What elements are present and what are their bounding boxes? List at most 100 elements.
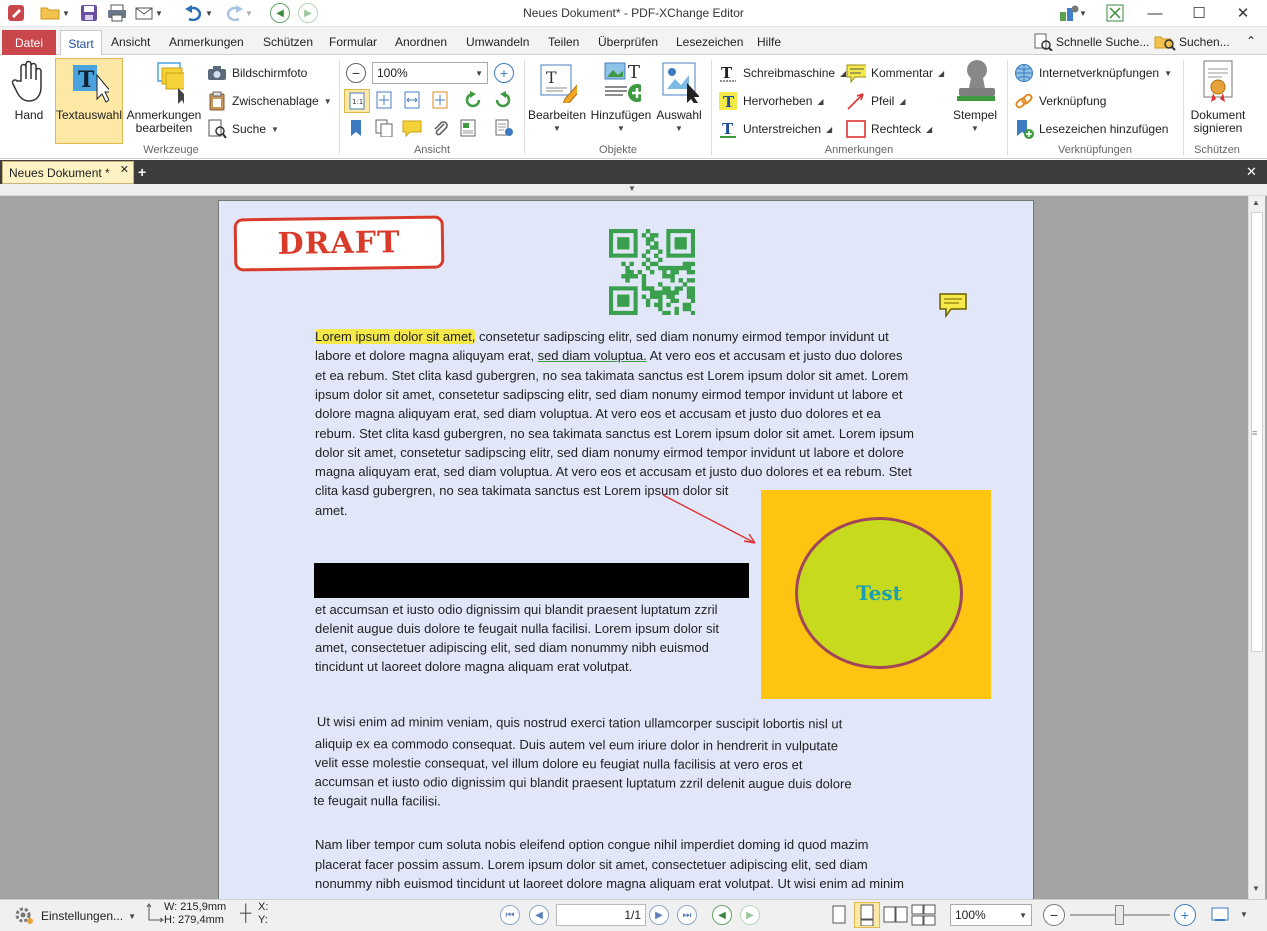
- tab-start[interactable]: Start: [60, 30, 102, 56]
- prev-page-button[interactable]: ◀: [529, 905, 549, 925]
- page-number-field[interactable]: 1/1: [556, 904, 646, 926]
- search-button[interactable]: Suchen...: [1154, 33, 1230, 51]
- maximize-button[interactable]: ☐: [1176, 0, 1222, 26]
- highlight-button[interactable]: T Hervorheben ◢: [718, 92, 824, 111]
- properties-pane-button[interactable]: [494, 119, 514, 137]
- toolbar-expander[interactable]: ▼: [0, 184, 1267, 196]
- arrow-annotation[interactable]: [659, 491, 759, 551]
- draft-stamp[interactable]: DRAFT: [233, 215, 445, 272]
- facing-view-button[interactable]: [883, 904, 909, 926]
- tab-formular[interactable]: Formular: [329, 35, 377, 49]
- tab-lesezeichen[interactable]: Lesezeichen: [676, 35, 743, 49]
- add-bookmark-icon: [1014, 120, 1034, 139]
- next-page-button[interactable]: ▶: [649, 905, 669, 925]
- zoom-slider-handle[interactable]: [1115, 905, 1124, 925]
- fit-page-button[interactable]: [374, 91, 394, 109]
- zoom-select[interactable]: 100% ▼: [372, 62, 488, 84]
- fit-visible-button[interactable]: [430, 91, 450, 109]
- last-page-button[interactable]: ⏭: [677, 905, 697, 925]
- tab-anordnen[interactable]: Anordnen: [395, 35, 447, 49]
- bookmarks-pane-button[interactable]: [346, 119, 366, 137]
- new-tab-icon[interactable]: +: [138, 164, 146, 180]
- status-zoom-in-button[interactable]: +: [1174, 904, 1196, 926]
- redaction-box[interactable]: [314, 563, 749, 598]
- tab-ueberpruefen[interactable]: Überprüfen: [598, 35, 658, 49]
- arrow-icon: [846, 92, 866, 110]
- actual-size-button[interactable]: 1:1: [344, 89, 370, 113]
- status-zoom-out-button[interactable]: −: [1043, 904, 1065, 926]
- search-tool-button[interactable]: Suche ▼: [207, 119, 279, 139]
- file-menu[interactable]: Datei: [2, 30, 56, 55]
- clipboard-button[interactable]: Zwischenablage ▼: [207, 91, 332, 111]
- rotate-left-button[interactable]: [464, 91, 484, 109]
- edit-objects-button[interactable]: T Bearbeiten ▼: [528, 59, 586, 135]
- vertical-scrollbar[interactable]: ▲ ≡ ▼: [1248, 196, 1265, 899]
- text-select-tool-button[interactable]: T Textauswahl: [55, 58, 123, 144]
- rectangle-annotation[interactable]: Test: [761, 490, 991, 699]
- hand-tool-button[interactable]: Hand: [6, 59, 52, 122]
- sign-document-button[interactable]: Dokument signieren: [1186, 59, 1250, 135]
- zoom-in-button[interactable]: +: [494, 63, 514, 83]
- close-tab-icon[interactable]: ✕: [120, 163, 129, 176]
- page-width: W: 215,9mm: [164, 901, 227, 913]
- text-line: magna aliquyam erat, sed diam voluptua. …: [315, 464, 912, 479]
- typewriter-button[interactable]: T Schreibmaschine ◢: [718, 64, 846, 82]
- scroll-down-icon[interactable]: ▼: [1252, 884, 1260, 893]
- document-tab-label: Neues Dokument *: [9, 166, 110, 180]
- quick-search-button[interactable]: Schnelle Suche...: [1033, 33, 1149, 51]
- layers-pane-button[interactable]: [458, 119, 478, 137]
- page-height: H: 279,4mm: [164, 914, 224, 926]
- add-bookmark-button[interactable]: Lesezeichen hinzufügen: [1014, 120, 1168, 139]
- arrow-button[interactable]: Pfeil ◢: [846, 92, 906, 110]
- single-page-view-button[interactable]: [830, 904, 848, 926]
- tab-schuetzen[interactable]: Schützen: [263, 35, 313, 49]
- facing-continuous-view-button[interactable]: [911, 904, 937, 926]
- rotate-right-button[interactable]: [492, 91, 512, 109]
- highlight-annotation[interactable]: Lorem ipsum dolor sit amet,: [315, 329, 476, 344]
- highlight-icon: T: [718, 92, 738, 111]
- screenshot-button[interactable]: Bildschirmfoto: [207, 64, 307, 82]
- search-folder-icon: [1154, 36, 1176, 51]
- continuous-view-button[interactable]: [854, 902, 880, 928]
- underline-button[interactable]: T Unterstreichen ◢: [718, 120, 832, 138]
- zoom-out-button[interactable]: −: [346, 63, 366, 83]
- pages-pane-button[interactable]: [374, 119, 394, 137]
- history-back-button[interactable]: ◀: [712, 905, 732, 925]
- underline-annotation[interactable]: sed diam voluptua.: [538, 348, 647, 363]
- ellipse-annotation[interactable]: Test: [795, 517, 963, 669]
- tab-teilen[interactable]: Teilen: [548, 35, 579, 49]
- history-forward-button[interactable]: ▶: [740, 905, 760, 925]
- close-window-button[interactable]: ✕: [1220, 0, 1266, 26]
- link-button[interactable]: Verknüpfung: [1014, 92, 1106, 110]
- tab-hilfe[interactable]: Hilfe: [757, 35, 781, 49]
- settings-button[interactable]: Einstellungen... ▼: [14, 906, 136, 926]
- pfeil-label: Pfeil: [871, 94, 895, 108]
- rectangle-button[interactable]: Rechteck ◢: [846, 120, 932, 138]
- fullscreen-icon[interactable]: [1104, 4, 1126, 22]
- comments-pane-button[interactable]: [402, 119, 422, 137]
- tab-ansicht[interactable]: Ansicht: [111, 35, 150, 49]
- group-divider: [1183, 59, 1184, 155]
- page-indicator: 1/1: [624, 908, 641, 922]
- close-document-icon[interactable]: ✕: [1246, 164, 1257, 180]
- document-tab[interactable]: Neues Dokument * ✕: [2, 161, 134, 184]
- customize-icon[interactable]: ▼: [1054, 4, 1092, 22]
- status-zoom-select[interactable]: 100% ▼: [950, 904, 1032, 926]
- scroll-up-icon[interactable]: ▲: [1252, 198, 1260, 207]
- stamp-button[interactable]: Stempel ▼: [948, 59, 1002, 135]
- select-objects-button[interactable]: Auswahl ▼: [654, 59, 704, 135]
- collapse-ribbon-icon[interactable]: ⌃: [1246, 34, 1256, 48]
- comment-note-icon[interactable]: [939, 292, 967, 321]
- minimize-button[interactable]: —: [1132, 0, 1178, 26]
- tab-umwandeln[interactable]: Umwandeln: [466, 35, 529, 49]
- edit-annotations-button[interactable]: Anmerkungen bearbeiten: [125, 59, 203, 135]
- attachments-pane-button[interactable]: [430, 119, 450, 137]
- comment-button[interactable]: Kommentar ◢: [846, 64, 944, 83]
- internet-links-button[interactable]: Internetverknüpfungen ▼: [1014, 64, 1172, 82]
- add-objects-button[interactable]: T Hinzufügen ▼: [590, 59, 652, 135]
- first-page-button[interactable]: ⏮: [500, 905, 520, 925]
- text-line: dolor sit amet, consetetur sadipscing el…: [315, 445, 904, 460]
- fit-width-button[interactable]: [402, 91, 422, 109]
- fit-options-button[interactable]: ▼: [1210, 905, 1248, 923]
- tab-anmerkungen[interactable]: Anmerkungen: [169, 35, 244, 49]
